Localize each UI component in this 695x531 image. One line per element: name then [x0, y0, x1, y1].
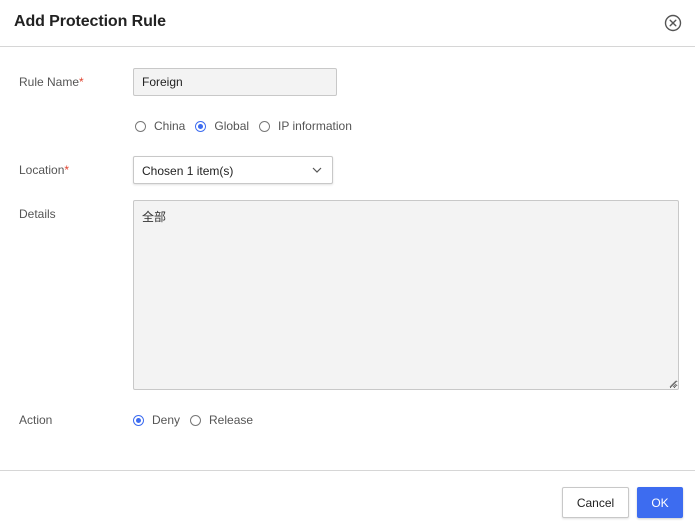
radio-label-global: Global [214, 119, 250, 133]
location-select[interactable]: Chosen 1 item(s) [133, 156, 333, 184]
dialog-title: Add Protection Rule [14, 13, 166, 30]
rule-name-input[interactable] [133, 68, 337, 96]
radio-button-global[interactable] [195, 120, 207, 132]
action-label: Action [19, 413, 53, 427]
rule-name-label-text: Rule Name [19, 75, 80, 89]
radio-option-release[interactable]: Release [190, 413, 253, 427]
radio-button-ip-information[interactable] [259, 120, 271, 132]
radio-option-global[interactable]: Global [195, 119, 249, 133]
chevron-down-icon [312, 167, 322, 173]
radio-button-release[interactable] [190, 414, 202, 426]
required-mark: * [79, 75, 84, 89]
rule-name-label: Rule Name* [19, 75, 84, 89]
radio-option-china[interactable]: China [135, 119, 185, 133]
location-label: Location* [19, 163, 69, 177]
dialog-header: Add Protection Rule [0, 0, 695, 47]
cancel-button[interactable]: Cancel [562, 487, 629, 518]
ok-button[interactable]: OK [637, 487, 683, 518]
required-mark: * [64, 163, 70, 177]
action-radio-group: Deny Release [133, 413, 263, 427]
radio-button-china[interactable] [135, 120, 146, 132]
radio-label-release: Release [209, 413, 254, 427]
radio-option-deny[interactable]: Deny [133, 413, 180, 427]
radio-label-china: China [154, 119, 186, 133]
details-textarea[interactable]: 全部 [133, 200, 679, 390]
add-protection-rule-dialog: Add Protection Rule Rule Name* China Glo… [0, 0, 695, 531]
radio-label-deny: Deny [152, 413, 181, 427]
radio-option-ip-information[interactable]: IP information [259, 119, 352, 133]
scope-radio-group: China Global IP information [135, 119, 362, 133]
location-select-value: Chosen 1 item(s) [142, 164, 234, 178]
details-label: Details [19, 207, 56, 221]
radio-label-ip-information: IP information [278, 119, 352, 133]
close-icon[interactable] [664, 14, 682, 32]
footer-divider [0, 470, 695, 471]
radio-button-deny[interactable] [133, 414, 144, 426]
location-label-text: Location [19, 163, 65, 177]
